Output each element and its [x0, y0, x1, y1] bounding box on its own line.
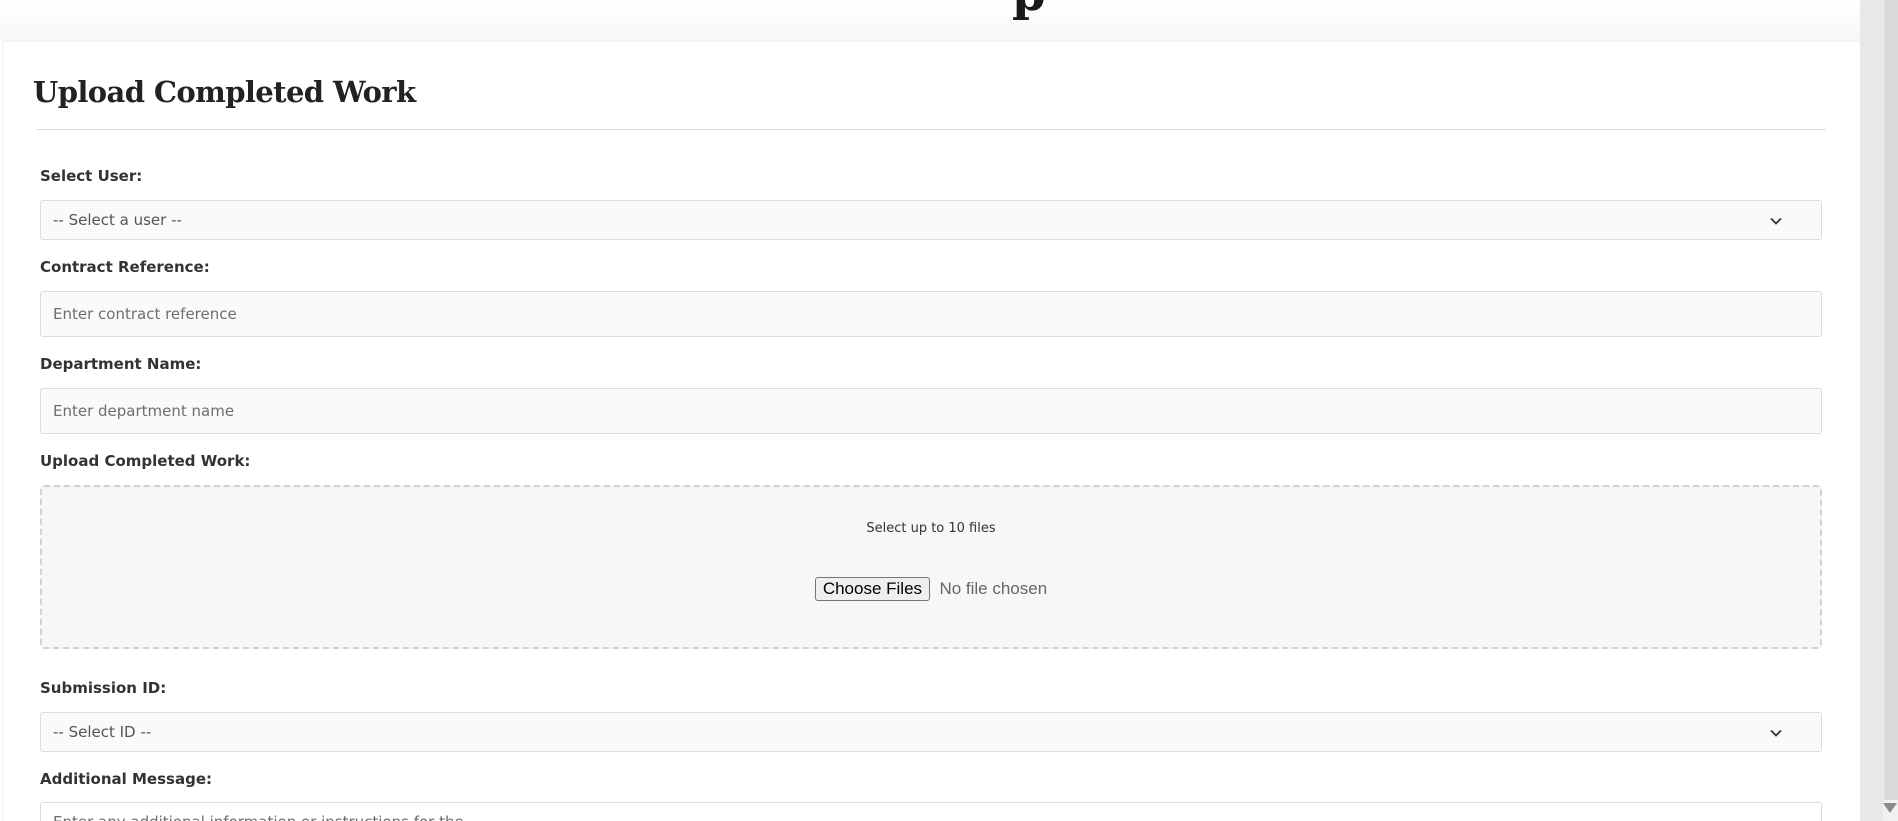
choose-files-button[interactable]: Choose Files [814, 577, 931, 601]
department-name-input[interactable] [40, 388, 1822, 434]
submission-id-value: -- Select ID -- [53, 723, 152, 741]
cropped-heading-text: p [1012, 0, 1046, 18]
previous-section-header: p [0, 0, 1860, 40]
contract-reference-label: Contract Reference: [40, 258, 210, 276]
upload-hint-text: Select up to 10 files [866, 521, 996, 536]
scroll-down-arrow-icon[interactable] [1883, 803, 1897, 813]
scrollbar-gutter [1860, 0, 1883, 821]
contract-reference-input[interactable] [40, 291, 1822, 337]
file-input-row: Choose Files No file chosen [42, 577, 1820, 601]
additional-message-label: Additional Message: [40, 770, 212, 788]
file-status-text: No file chosen [939, 579, 1048, 598]
chevron-down-icon [1770, 729, 1782, 737]
select-user-value: -- Select a user -- [53, 211, 182, 229]
page-title: Upload Completed Work [33, 75, 416, 109]
submission-id-label: Submission ID: [40, 679, 167, 697]
scrollbar-thumb[interactable] [1884, 0, 1898, 800]
select-user-dropdown[interactable]: -- Select a user -- [40, 200, 1822, 240]
title-divider [36, 129, 1826, 130]
file-drop-zone[interactable]: Select up to 10 files Choose Files No fi… [40, 485, 1822, 649]
select-user-label: Select User: [40, 167, 143, 185]
upload-work-label: Upload Completed Work: [40, 452, 251, 470]
additional-message-textarea[interactable]: Enter any additional information or inst… [40, 802, 1822, 821]
department-name-label: Department Name: [40, 355, 202, 373]
page-viewport: p Upload Completed Work Select User: -- … [0, 0, 1898, 821]
additional-message-placeholder: Enter any additional information or inst… [53, 813, 478, 821]
submission-id-dropdown[interactable]: -- Select ID -- [40, 712, 1822, 752]
chevron-down-icon [1770, 217, 1782, 225]
